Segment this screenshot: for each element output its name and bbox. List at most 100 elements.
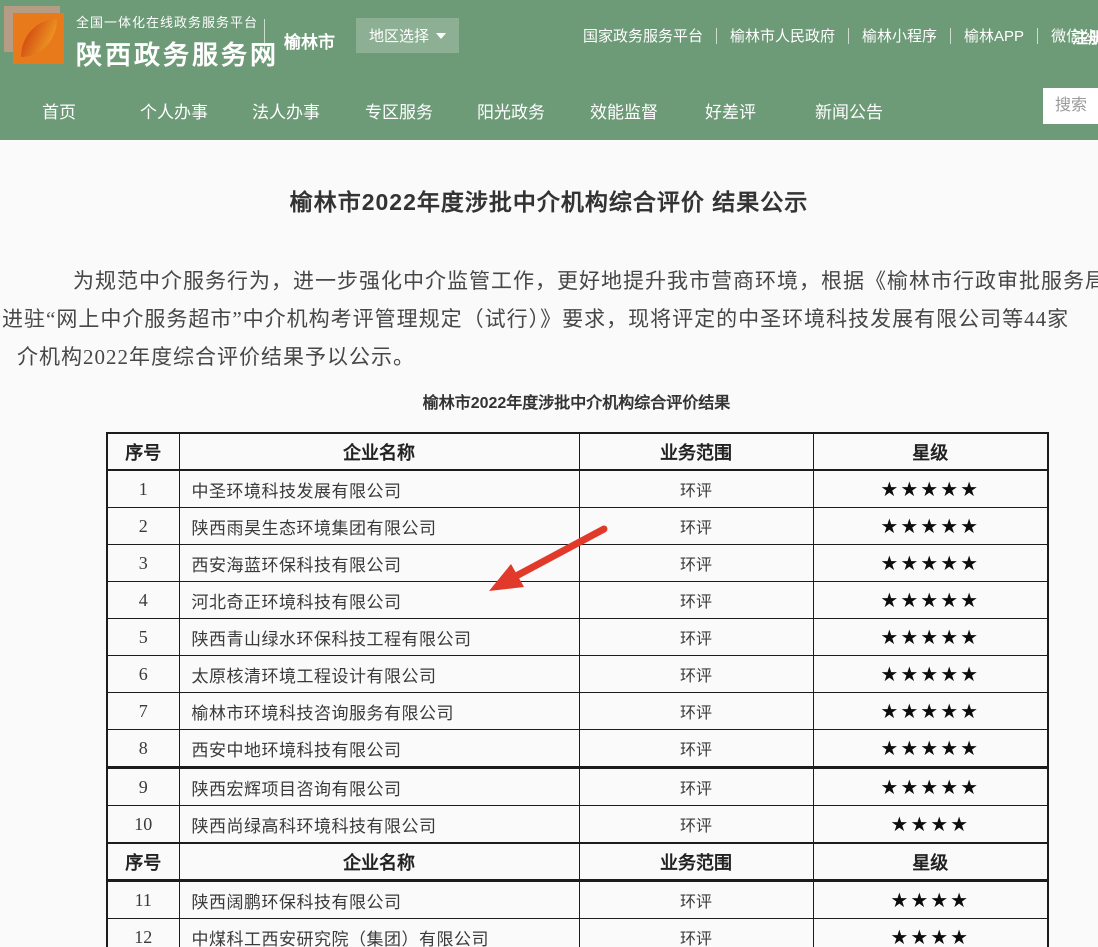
cell-business-scope: 环评 xyxy=(579,508,813,545)
evaluation-table: 序号企业名称业务范围星级1中圣环境科技发展有限公司环评★★★★★2陕西雨昊生态环… xyxy=(106,432,1049,947)
cell-no: 3 xyxy=(107,545,179,582)
table-row: 12中煤科工西安研究院（集团）有限公司环评★★★★ xyxy=(107,919,1048,947)
cell-no: 11 xyxy=(107,881,179,919)
brand-block: 全国一体化在线政务服务平台 陕西政务服务网 xyxy=(76,12,279,72)
table-row: 3西安海蓝环保科技有限公司环评★★★★★ xyxy=(107,545,1048,582)
table-row: 8西安中地环境科技有限公司环评★★★★★ xyxy=(107,730,1048,768)
cell-star-rating: ★★★★★ xyxy=(813,508,1048,545)
table-row: 4河北奇正环境科技有限公司环评★★★★★ xyxy=(107,582,1048,619)
cell-star-rating: ★★★★★ xyxy=(813,693,1048,730)
cell-no: 1 xyxy=(107,470,179,508)
cell-star-rating: ★★★★ xyxy=(813,881,1048,919)
cell-no: 2 xyxy=(107,508,179,545)
cell-no: 12 xyxy=(107,919,179,947)
column-header-3: 星级 xyxy=(813,843,1048,881)
cell-no: 5 xyxy=(107,619,179,656)
nav-item-4[interactable]: 阳光政务 xyxy=(477,98,545,123)
table-row: 5陕西青山绿水环保科技工程有限公司环评★★★★★ xyxy=(107,619,1048,656)
table-row: 9陕西宏辉项目咨询有限公司环评★★★★★ xyxy=(107,768,1048,806)
cell-star-rating: ★★★★ xyxy=(813,806,1048,844)
nav-item-2[interactable]: 法人办事 xyxy=(252,98,320,123)
column-header-2: 业务范围 xyxy=(579,843,813,881)
cell-company-name: 河北奇正环境科技有限公司 xyxy=(179,582,579,619)
cell-no: 10 xyxy=(107,806,179,844)
cell-business-scope: 环评 xyxy=(579,693,813,730)
table-row: 1中圣环境科技发展有限公司环评★★★★★ xyxy=(107,470,1048,508)
column-header-0: 序号 xyxy=(107,843,179,881)
cell-business-scope: 环评 xyxy=(579,919,813,947)
cell-company-name: 榆林市环境科技咨询服务有限公司 xyxy=(179,693,579,730)
site-header: 全国一体化在线政务服务平台 陕西政务服务网 榆林市 地区选择 国家政务服务平台榆… xyxy=(0,0,1098,140)
top-link-1[interactable]: 榆林市人民政府 xyxy=(717,25,848,46)
top-link-2[interactable]: 榆林小程序 xyxy=(849,25,950,46)
cell-company-name: 陕西阔鹏环保科技有限公司 xyxy=(179,881,579,919)
top-link-0[interactable]: 国家政务服务平台 xyxy=(570,25,716,46)
nav-item-5[interactable]: 效能监督 xyxy=(590,98,658,123)
cell-star-rating: ★★★★★ xyxy=(813,470,1048,508)
table-row: 6太原核清环境工程设计有限公司环评★★★★★ xyxy=(107,656,1048,693)
platform-subtitle: 全国一体化在线政务服务平台 xyxy=(76,12,279,31)
cell-no: 6 xyxy=(107,656,179,693)
table-caption: 榆林市2022年度涉批中介机构综合评价结果 xyxy=(0,389,1098,413)
cell-company-name: 西安中地环境科技有限公司 xyxy=(179,730,579,768)
paragraph-line-3: 介机构2022年度综合评价结果予以公示。 xyxy=(17,341,415,371)
table-row: 7榆林市环境科技咨询服务有限公司环评★★★★★ xyxy=(107,693,1048,730)
cell-star-rating: ★★★★ xyxy=(813,919,1048,947)
cell-business-scope: 环评 xyxy=(579,656,813,693)
nav-item-7[interactable]: 新闻公告 xyxy=(815,98,883,123)
cell-company-name: 陕西雨昊生态环境集团有限公司 xyxy=(179,508,579,545)
cell-star-rating: ★★★★★ xyxy=(813,656,1048,693)
register-link[interactable]: 注册 xyxy=(1072,24,1098,48)
cell-company-name: 太原核清环境工程设计有限公司 xyxy=(179,656,579,693)
cell-business-scope: 环评 xyxy=(579,619,813,656)
search-input[interactable] xyxy=(1043,88,1098,124)
page-title: 榆林市2022年度涉批中介机构综合评价 结果公示 xyxy=(0,183,1098,217)
main-nav: 首页 个人办事 法人办事 专区服务 阳光政务 效能监督 好差评 新闻公告 xyxy=(0,78,1098,140)
column-header-2: 业务范围 xyxy=(579,433,813,470)
paragraph-line-1: 为规范中介服务行为，进一步强化中介监管工作，更好地提升我市营商环境，根据《榆林市… xyxy=(73,265,1098,295)
site-title: 陕西政务服务网 xyxy=(76,35,279,72)
cell-business-scope: 环评 xyxy=(579,768,813,806)
evaluation-table-body: 序号企业名称业务范围星级1中圣环境科技发展有限公司环评★★★★★2陕西雨昊生态环… xyxy=(107,433,1048,947)
nav-item-0[interactable]: 首页 xyxy=(42,98,76,123)
cell-business-scope: 环评 xyxy=(579,881,813,919)
cell-company-name: 陕西青山绿水环保科技工程有限公司 xyxy=(179,619,579,656)
cell-company-name: 中煤科工西安研究院（集团）有限公司 xyxy=(179,919,579,947)
nav-item-3[interactable]: 专区服务 xyxy=(365,98,433,123)
cell-business-scope: 环评 xyxy=(579,470,813,508)
cell-no: 7 xyxy=(107,693,179,730)
cell-no: 9 xyxy=(107,768,179,806)
top-links: 国家政务服务平台榆林市人民政府榆林小程序榆林APP微信公众号 xyxy=(570,25,1098,46)
cell-no: 8 xyxy=(107,730,179,768)
nav-item-1[interactable]: 个人办事 xyxy=(140,98,208,123)
cell-company-name: 陕西尚绿高科环境科技有限公司 xyxy=(179,806,579,844)
cell-company-name: 陕西宏辉项目咨询有限公司 xyxy=(179,768,579,806)
table-header-row: 序号企业名称业务范围星级 xyxy=(107,433,1048,470)
chevron-down-icon xyxy=(436,33,446,39)
region-select-button[interactable]: 地区选择 xyxy=(356,18,459,53)
table-row: 2陕西雨昊生态环境集团有限公司环评★★★★★ xyxy=(107,508,1048,545)
paragraph-line-2: 进驻“网上中介服务超市”中介机构考评管理规定（试行）》要求，现将评定的中圣环境科… xyxy=(2,303,1069,333)
cell-star-rating: ★★★★★ xyxy=(813,730,1048,768)
cell-business-scope: 环评 xyxy=(579,582,813,619)
table-row: 11陕西阔鹏环保科技有限公司环评★★★★ xyxy=(107,881,1048,919)
cell-business-scope: 环评 xyxy=(579,806,813,844)
column-header-1: 企业名称 xyxy=(179,433,579,470)
cell-company-name: 中圣环境科技发展有限公司 xyxy=(179,470,579,508)
cell-company-name: 西安海蓝环保科技有限公司 xyxy=(179,545,579,582)
cell-business-scope: 环评 xyxy=(579,730,813,768)
region-select-label: 地区选择 xyxy=(369,25,429,46)
nav-item-6[interactable]: 好差评 xyxy=(705,98,756,123)
cell-no: 4 xyxy=(107,582,179,619)
cell-star-rating: ★★★★★ xyxy=(813,619,1048,656)
cell-star-rating: ★★★★★ xyxy=(813,545,1048,582)
top-link-3[interactable]: 榆林APP xyxy=(951,25,1037,46)
cell-star-rating: ★★★★★ xyxy=(813,582,1048,619)
cell-star-rating: ★★★★★ xyxy=(813,768,1048,806)
page: 全国一体化在线政务服务平台 陕西政务服务网 榆林市 地区选择 国家政务服务平台榆… xyxy=(0,0,1098,947)
column-header-0: 序号 xyxy=(107,433,179,470)
current-city-label: 榆林市 xyxy=(284,28,335,53)
cell-business-scope: 环评 xyxy=(579,545,813,582)
divider xyxy=(264,19,265,59)
column-header-3: 星级 xyxy=(813,433,1048,470)
